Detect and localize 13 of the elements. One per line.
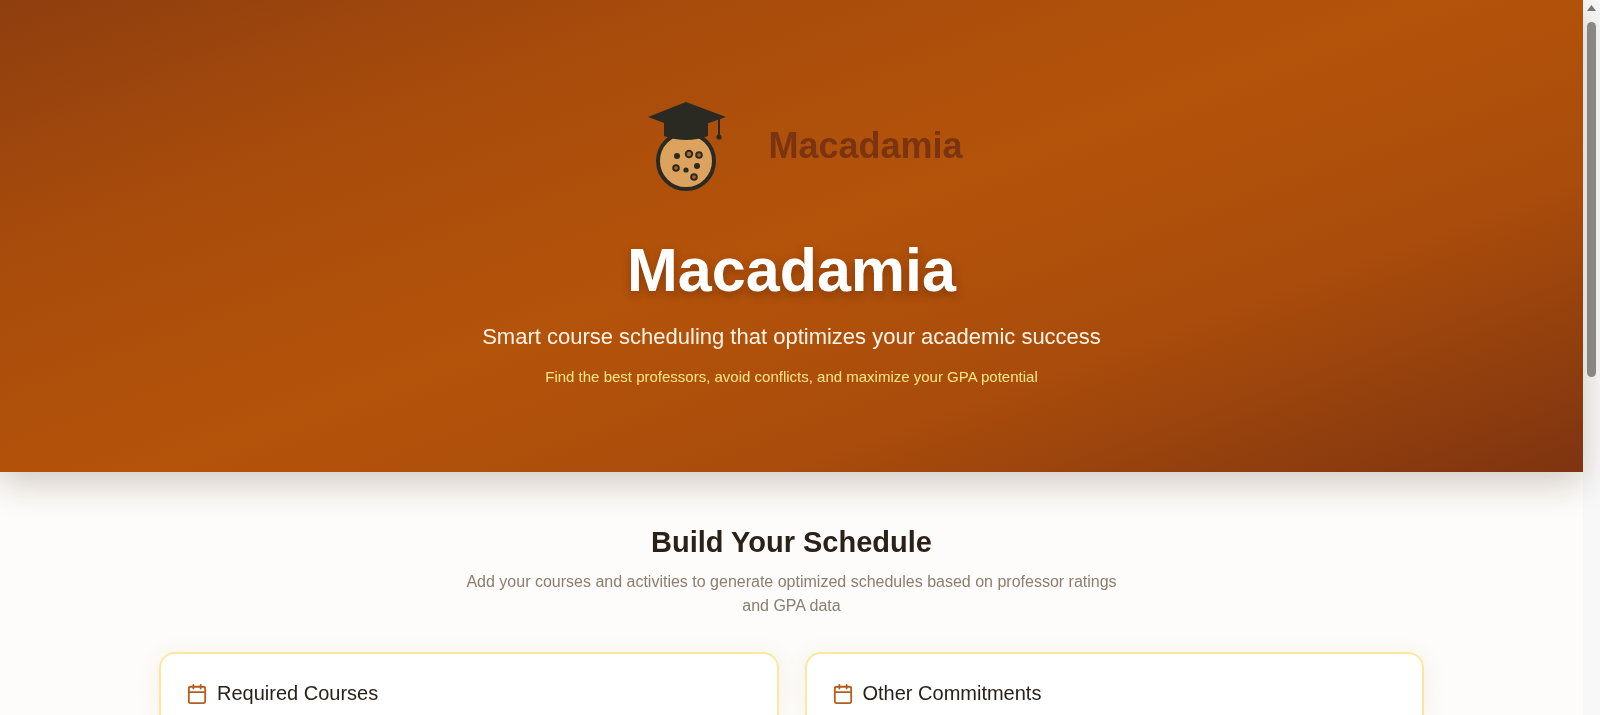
scroll-up-arrow-icon[interactable] [1587, 5, 1596, 11]
card-title: Required Courses [217, 682, 379, 705]
calendar-icon [187, 683, 207, 704]
scrollbar-track[interactable] [1583, 0, 1600, 715]
hero-tagline: Find the best professors, avoid conflicts, and maximize your GPA potential [545, 367, 1038, 387]
logo-text: Macadamia [768, 125, 963, 167]
calendar-icon [832, 683, 853, 704]
hero-subtitle: Smart course scheduling that optimizes your academic success [482, 323, 1101, 351]
section-description: Add your courses and activities to generate optimized schedules based on professor ratings and GPA data [465, 572, 1118, 616]
scrollbar-thumb[interactable] [1587, 22, 1596, 377]
card-title: Other Commitments [862, 682, 1042, 705]
hero-title: Macadamia [627, 237, 956, 304]
section-heading: Build Your Schedule [651, 525, 932, 560]
